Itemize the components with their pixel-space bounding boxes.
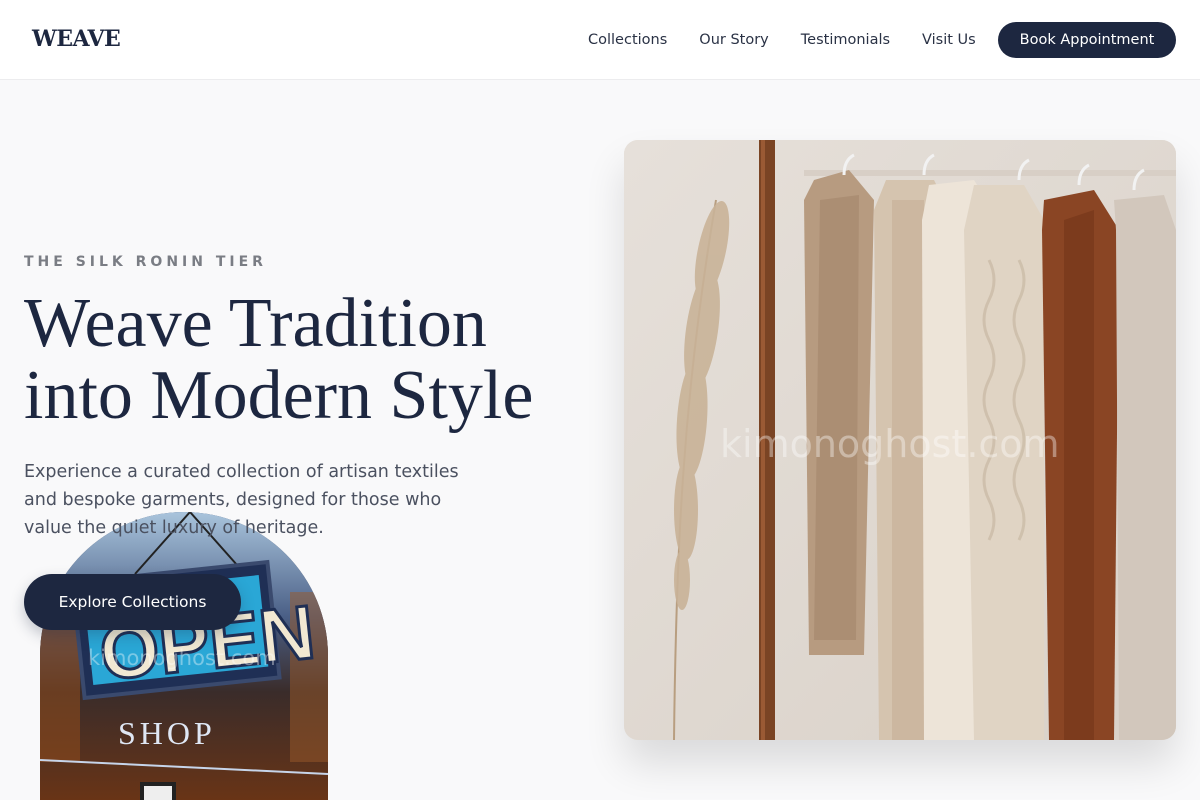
explore-collections-button[interactable]: Explore Collections bbox=[24, 574, 241, 630]
nav-link-our-story[interactable]: Our Story bbox=[699, 32, 768, 48]
shop-door-image: OPEN SHOP kimonoghost.com bbox=[40, 512, 328, 800]
main-nav: Collections Our Story Testimonials Visit… bbox=[588, 0, 1008, 80]
nav-link-visit-us[interactable]: Visit Us bbox=[922, 32, 976, 48]
site-header: WEAVE Collections Our Story Testimonials… bbox=[0, 0, 1200, 80]
svg-text:SHOP: SHOP bbox=[118, 715, 216, 751]
hero-eyebrow: THE SILK RONIN TIER bbox=[24, 254, 267, 270]
clothing-rack-image: kimonoghost.com bbox=[624, 140, 1176, 740]
hero-description: Experience a curated collection of artis… bbox=[24, 462, 459, 538]
nav-link-testimonials[interactable]: Testimonials bbox=[801, 32, 890, 48]
hero-headline: Weave Tradition into Modern Style bbox=[24, 288, 604, 432]
nav-link-collections[interactable]: Collections bbox=[588, 32, 667, 48]
brand-logo[interactable]: WEAVE bbox=[32, 26, 121, 52]
headline-line-1: Weave Tradition bbox=[24, 285, 487, 362]
headline-line-2: into Modern Style bbox=[24, 357, 534, 434]
book-appointment-button[interactable]: Book Appointment bbox=[998, 22, 1176, 58]
